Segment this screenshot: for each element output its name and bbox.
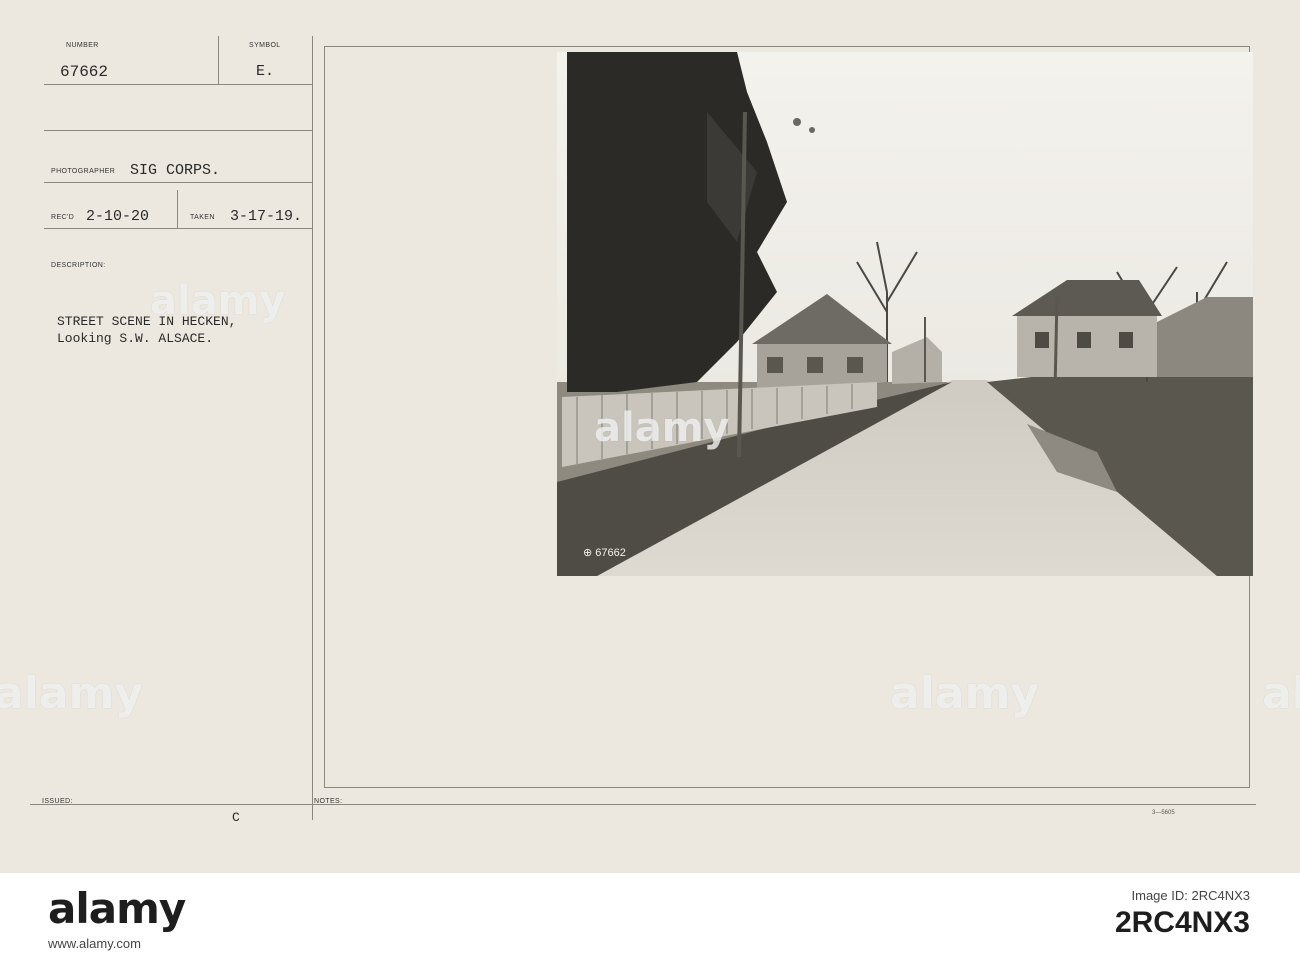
issued-mark: C — [232, 810, 240, 825]
rule-3 — [44, 182, 312, 183]
issued-label: ISSUED: — [42, 798, 73, 805]
negative-number: ⊕ 67662 — [583, 547, 626, 559]
footer-url[interactable]: www.alamy.com — [48, 936, 141, 951]
rule-bottom — [30, 804, 1256, 805]
footer-image-id-label: Image ID: 2RC4NX3 — [1131, 888, 1251, 903]
form-code: 3—5605 — [1152, 810, 1175, 816]
number-symbol-divider — [218, 36, 219, 84]
footer-logo[interactable]: alamy — [48, 884, 186, 933]
rule-1 — [44, 84, 312, 85]
watermark: alamy — [594, 405, 730, 451]
description-line-2: Looking S.W. ALSACE. — [57, 331, 214, 346]
symbol-value: E. — [256, 63, 275, 80]
taken-label: TAKEN — [190, 214, 215, 221]
photographer-value: SIG CORPS. — [130, 162, 221, 179]
column-divider — [312, 36, 313, 820]
notes-label: NOTES: — [314, 798, 343, 805]
archive-card: NUMBER SYMBOL 67662 E. PHOTOGRAPHER SIG … — [0, 0, 1300, 873]
watermark: alamy — [1262, 668, 1300, 719]
recd-value: 2-10-20 — [86, 208, 150, 225]
number-value: 67662 — [60, 63, 109, 81]
rule-4 — [44, 228, 312, 229]
watermark: alamy — [0, 668, 143, 719]
footer-image-id: 2RC4NX3 — [1114, 906, 1250, 939]
watermark: alamy — [890, 668, 1039, 719]
watermark: alamy — [150, 278, 286, 324]
rule-2 — [44, 130, 312, 131]
footer-bar — [0, 873, 1300, 964]
photographer-label: PHOTOGRAPHER — [51, 168, 116, 175]
taken-value: 3-17-19. — [230, 208, 303, 225]
recd-label: REC'D — [51, 214, 75, 221]
description-label: DESCRIPTION: — [51, 262, 106, 269]
street-photo: ⊕ 67662 — [557, 52, 1253, 576]
symbol-label: SYMBOL — [249, 42, 281, 49]
number-label: NUMBER — [66, 42, 99, 49]
recd-taken-divider — [177, 190, 178, 228]
street-photo-image — [557, 52, 1253, 576]
